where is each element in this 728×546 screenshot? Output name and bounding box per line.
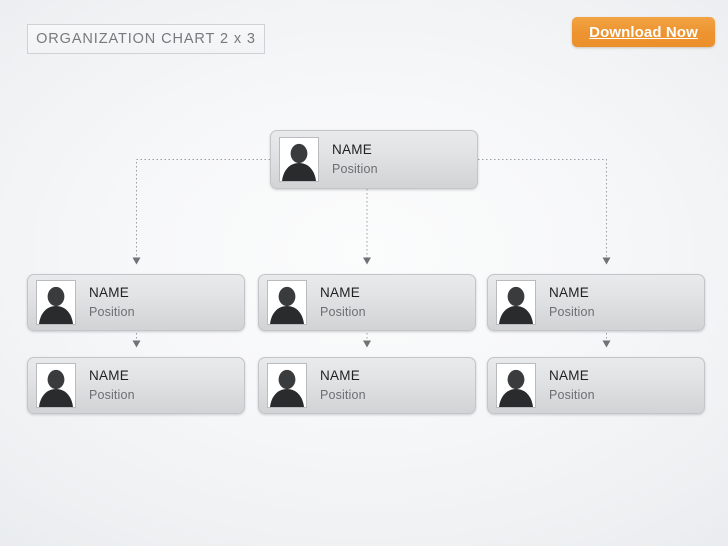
chart-title-box: ORGANIZATION CHART 2 x 3 <box>27 24 265 54</box>
org-node-row3-col1[interactable]: NAME Position <box>27 357 245 414</box>
person-silhouette-icon <box>496 280 536 325</box>
person-silhouette-icon <box>36 280 76 325</box>
org-node-text: NAME Position <box>549 286 595 318</box>
person-silhouette-icon <box>267 363 307 408</box>
person-silhouette-icon <box>267 280 307 325</box>
org-node-position: Position <box>89 387 135 402</box>
org-node-row2-col1[interactable]: NAME Position <box>27 274 245 331</box>
org-node-text: NAME Position <box>549 369 595 401</box>
org-node-row2-col3[interactable]: NAME Position <box>487 274 705 331</box>
org-node-text: NAME Position <box>89 369 135 401</box>
org-node-name: NAME <box>549 368 590 384</box>
org-node-row2-col2[interactable]: NAME Position <box>258 274 476 331</box>
org-node-name: NAME <box>320 285 361 301</box>
org-node-position: Position <box>320 304 366 319</box>
person-silhouette-icon <box>36 363 76 408</box>
person-silhouette-icon <box>496 363 536 408</box>
org-node-name: NAME <box>89 285 130 301</box>
page-title: ORGANIZATION CHART 2 x 3 <box>36 31 256 47</box>
org-node-root[interactable]: NAME Position <box>270 130 478 189</box>
connector-root-to-right <box>478 158 611 265</box>
org-node-text: NAME Position <box>320 286 366 318</box>
org-node-text: NAME Position <box>332 143 378 175</box>
download-now-label: Download Now <box>589 23 698 41</box>
org-node-position: Position <box>89 304 135 319</box>
slide-canvas: ORGANIZATION CHART 2 x 3 Download Now NA… <box>0 0 728 546</box>
org-node-name: NAME <box>320 368 361 384</box>
org-node-name: NAME <box>549 285 590 301</box>
person-silhouette-icon <box>279 137 319 182</box>
org-node-position: Position <box>549 304 595 319</box>
org-node-position: Position <box>332 161 378 176</box>
org-node-text: NAME Position <box>320 369 366 401</box>
org-node-text: NAME Position <box>89 286 135 318</box>
org-node-name: NAME <box>332 142 373 158</box>
org-node-name: NAME <box>89 368 130 384</box>
org-node-position: Position <box>549 387 595 402</box>
org-node-row3-col2[interactable]: NAME Position <box>258 357 476 414</box>
org-node-row3-col3[interactable]: NAME Position <box>487 357 705 414</box>
connector-root-to-left <box>132 158 270 265</box>
download-now-button[interactable]: Download Now <box>572 17 715 47</box>
connector-lines <box>132 158 611 348</box>
org-node-position: Position <box>320 387 366 402</box>
